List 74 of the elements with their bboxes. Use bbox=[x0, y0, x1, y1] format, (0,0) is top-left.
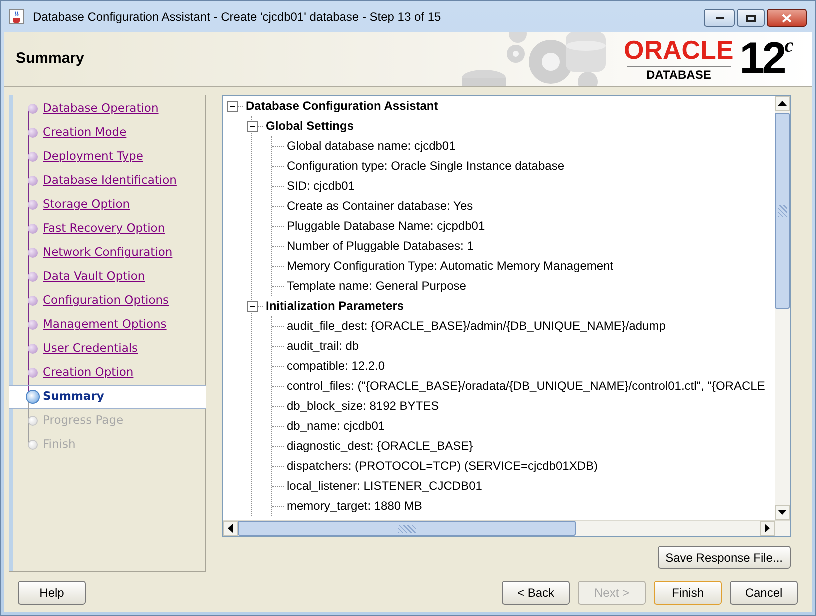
minimize-button[interactable] bbox=[704, 9, 735, 27]
step-item[interactable]: User Credentials bbox=[9, 337, 205, 361]
step-item[interactable]: Data Vault Option bbox=[9, 265, 205, 289]
step-item[interactable]: Database Identification bbox=[9, 169, 205, 193]
save-response-file-button[interactable]: Save Response File... bbox=[658, 546, 791, 569]
product-label: DATABASE bbox=[626, 66, 731, 83]
dialog-button[interactable]: < Back bbox=[502, 581, 570, 605]
page-title: Summary bbox=[16, 48, 84, 69]
collapse-icon[interactable] bbox=[247, 300, 258, 312]
step-item[interactable]: Network Configuration bbox=[9, 241, 205, 265]
dialog-button[interactable]: Cancel bbox=[730, 581, 798, 605]
scroll-thumb[interactable] bbox=[775, 113, 790, 309]
maximize-button[interactable] bbox=[737, 9, 765, 27]
dialog-button[interactable]: Finish bbox=[654, 581, 722, 605]
tree-item: db_name: cjcdb01 bbox=[287, 418, 386, 435]
tree-item: Pluggable Database Name: cjcpdb01 bbox=[287, 218, 486, 235]
tree-item: dispatchers: (PROTOCOL=TCP) (SERVICE=cjcdb01XDB) bbox=[287, 458, 598, 475]
tree-item: audit_trail: db bbox=[287, 338, 360, 355]
step-bullet-icon bbox=[28, 344, 38, 354]
java-cup-icon bbox=[9, 8, 25, 24]
brand-logo-text: ORACLE bbox=[624, 36, 734, 64]
tree-item: Configuration type: Oracle Single Instance database bbox=[287, 158, 565, 175]
vertical-scrollbar[interactable] bbox=[775, 96, 790, 520]
step-bullet-icon bbox=[28, 440, 38, 450]
collapse-icon[interactable] bbox=[227, 100, 238, 112]
step-bullet-icon bbox=[28, 272, 38, 282]
step-item[interactable]: Database Operation bbox=[9, 97, 205, 121]
step-bullet-icon bbox=[28, 104, 38, 114]
horizontal-scrollbar[interactable] bbox=[223, 521, 775, 536]
step-item[interactable]: Creation Mode bbox=[9, 121, 205, 145]
tree-item: Global database name: cjcdb01 bbox=[287, 138, 456, 155]
tree-item: memory_target: 1880 MB bbox=[287, 498, 422, 515]
step-item: Finish bbox=[9, 433, 205, 457]
tree-item: compatible: 12.2.0 bbox=[287, 358, 386, 375]
tree-item: audit_file_dest: {ORACLE_BASE}/admin/{DB_UNIQUE_NAME}/adump bbox=[287, 318, 666, 335]
tree-item: Memory Configuration Type: Automatic Memory Management bbox=[287, 258, 614, 275]
step-bullet-icon bbox=[28, 224, 38, 234]
step-item[interactable]: Management Options bbox=[9, 313, 205, 337]
scroll-thumb[interactable] bbox=[238, 521, 576, 536]
tree-group-label: Database Configuration Assistant bbox=[246, 98, 438, 115]
tree-group-label: Initialization Parameters bbox=[266, 298, 404, 315]
step-bullet-icon bbox=[28, 320, 38, 330]
close-icon[interactable] bbox=[782, 14, 792, 22]
step-item[interactable]: Creation Option bbox=[9, 361, 205, 385]
tree-item: diagnostic_dest: {ORACLE_BASE} bbox=[287, 438, 474, 455]
step-bullet-icon bbox=[28, 176, 38, 186]
step-bullet-icon bbox=[28, 248, 38, 258]
tree-item: Create as Container database: Yes bbox=[287, 198, 474, 215]
tree-item: Number of Pluggable Databases: 1 bbox=[287, 238, 474, 255]
tree-item: local_listener: LISTENER_CJCDB01 bbox=[287, 478, 482, 495]
tree-item: db_block_size: 8192 BYTES bbox=[287, 398, 440, 415]
step-item[interactable]: Storage Option bbox=[9, 193, 205, 217]
step-item: Progress Page bbox=[9, 409, 205, 433]
step-item[interactable]: Fast Recovery Option bbox=[9, 217, 205, 241]
tree-item: SID: cjcdb01 bbox=[287, 178, 356, 195]
collapse-icon[interactable] bbox=[247, 120, 258, 132]
dialog-button[interactable]: Help bbox=[18, 581, 86, 605]
step-bullet-icon bbox=[26, 390, 40, 404]
step-bullet-icon bbox=[28, 200, 38, 210]
edition-label: c bbox=[784, 36, 794, 56]
close-button[interactable] bbox=[767, 9, 807, 27]
step-bullet-icon bbox=[28, 416, 38, 426]
step-bullet-icon bbox=[28, 128, 38, 138]
step-bullet-icon bbox=[28, 296, 38, 306]
tree-item: Template name: General Purpose bbox=[287, 278, 466, 295]
step-item[interactable]: Deployment Type bbox=[9, 145, 205, 169]
step-bullet-icon bbox=[28, 368, 38, 378]
step-item: Summary bbox=[9, 385, 206, 409]
window-title: Database Configuration Assistant - Create 'cjcdb01' database - Step 13 of 15 bbox=[33, 8, 442, 26]
tree-group-label: Global Settings bbox=[266, 118, 354, 135]
step-bullet-icon bbox=[28, 152, 38, 162]
tree-item: control_files: ("{ORACLE_BASE}/oradata/{DB_UNIQUE_NAME}/control01.ctl", "{ORACLE bbox=[287, 378, 766, 395]
version-label: 12 bbox=[740, 36, 785, 82]
step-item[interactable]: Configuration Options bbox=[9, 289, 205, 313]
